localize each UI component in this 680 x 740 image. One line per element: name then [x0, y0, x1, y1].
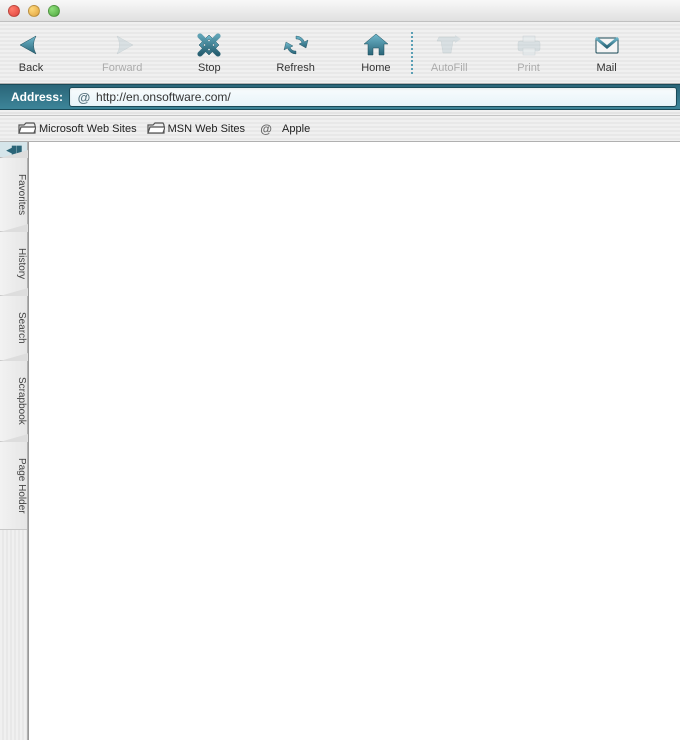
minimize-window-button[interactable]	[28, 5, 40, 17]
refresh-label: Refresh	[276, 62, 315, 74]
stop-icon	[192, 31, 226, 59]
home-icon	[359, 31, 393, 59]
sidebar-tab-page-holder[interactable]: Page Holder	[0, 442, 27, 531]
home-button[interactable]: Home	[355, 25, 397, 81]
folder-icon	[147, 122, 163, 136]
bookmarksbar: Microsoft Web Sites MSN Web Sites @ Appl…	[0, 116, 680, 142]
mail-label: Mail	[596, 62, 616, 74]
sidebar-tab-history[interactable]: History	[0, 232, 27, 296]
page-content	[28, 142, 680, 740]
forward-icon	[105, 31, 139, 59]
print-icon	[512, 31, 546, 59]
toolbar: Back Forward Stop	[0, 22, 680, 84]
sidebar-tab-scrapbook[interactable]: Scrapbook	[0, 361, 27, 442]
stop-button[interactable]: Stop	[188, 25, 230, 81]
forward-button: Forward	[98, 25, 146, 81]
close-window-button[interactable]	[8, 5, 20, 17]
content-row: ◂▮▮ Favorites History Search Scrapbook P…	[0, 142, 680, 740]
refresh-icon	[279, 31, 313, 59]
zoom-window-button[interactable]	[48, 5, 60, 17]
at-icon: @	[76, 89, 92, 105]
url-input[interactable]	[96, 90, 674, 104]
home-label: Home	[361, 62, 390, 74]
bookmark-label: Apple	[282, 123, 310, 135]
bookmark-item[interactable]: Microsoft Web Sites	[18, 122, 137, 136]
address-label: Address:	[3, 90, 69, 104]
autofill-icon	[432, 31, 466, 59]
mail-button[interactable]: Mail	[586, 25, 628, 81]
sidebar-tab-search[interactable]: Search	[0, 296, 27, 361]
toolbar-separator	[411, 32, 413, 74]
stop-label: Stop	[198, 62, 221, 74]
autofill-label: AutoFill	[431, 62, 468, 74]
back-icon	[14, 31, 48, 59]
addressbar: Address: @	[0, 84, 680, 110]
autofill-button: AutoFill	[427, 25, 472, 81]
sidebar-tabs: ◂▮▮ Favorites History Search Scrapbook P…	[0, 142, 28, 740]
back-label: Back	[19, 62, 43, 74]
refresh-button[interactable]: Refresh	[272, 25, 319, 81]
titlebar	[0, 0, 680, 22]
print-button: Print	[508, 25, 550, 81]
at-icon: @	[259, 121, 273, 137]
mail-icon	[590, 31, 624, 59]
back-button[interactable]: Back	[10, 25, 52, 81]
bookmark-item[interactable]: MSN Web Sites	[147, 122, 245, 136]
print-label: Print	[517, 62, 540, 74]
address-field[interactable]: @	[69, 87, 677, 107]
forward-label: Forward	[102, 62, 142, 74]
bookmark-label: Microsoft Web Sites	[39, 123, 137, 135]
folder-icon	[18, 122, 34, 136]
sidebar-tab-favorites[interactable]: Favorites	[0, 158, 27, 232]
bookmark-item[interactable]: @ Apple	[255, 121, 310, 137]
bookmark-label: MSN Web Sites	[168, 123, 245, 135]
